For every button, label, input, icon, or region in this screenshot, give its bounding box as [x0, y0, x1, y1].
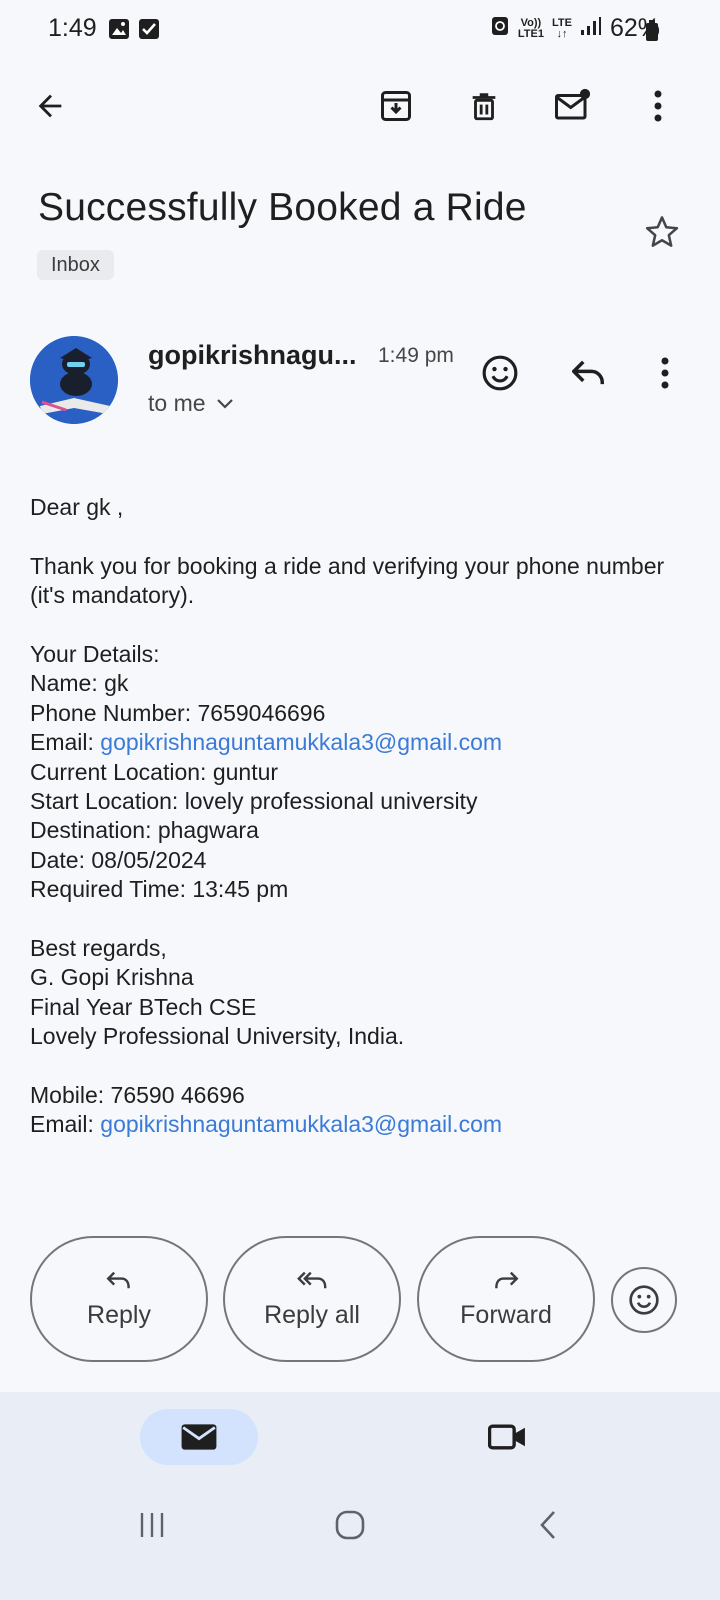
mark-unread-icon	[555, 88, 591, 120]
forward-icon	[495, 1271, 519, 1288]
delete-button[interactable]	[456, 78, 512, 134]
volte-indicator: Vo)) LTE1	[517, 16, 544, 40]
back-arrow-icon	[38, 94, 62, 118]
archive-button[interactable]	[368, 78, 424, 134]
recipient-label: to me	[148, 390, 206, 416]
reply-icon	[572, 360, 604, 385]
emoji-reaction-button[interactable]	[611, 1267, 677, 1333]
gallery-notification-icon	[108, 18, 130, 45]
detail-current-location: Current Location: guntur	[30, 758, 279, 785]
intro-text: Thank you for booking a ride and verifyi…	[30, 552, 665, 609]
home-button[interactable]	[322, 1497, 378, 1553]
reply-icon-button[interactable]	[560, 345, 616, 401]
detail-start-location: Start Location: lovely professional univ…	[30, 788, 478, 815]
home-icon	[335, 1510, 365, 1540]
detail-phone: Phone Number: 7659046696	[30, 699, 326, 726]
detail-email: Email: gopikrishnaguntamukkala3@gmail.co…	[30, 729, 503, 756]
reply-all-label: Reply all	[264, 1300, 360, 1329]
sign-off: Best regards,	[30, 935, 167, 962]
battery-icon	[645, 20, 659, 47]
bottom-navigation	[0, 1392, 720, 1600]
delete-icon	[472, 93, 496, 121]
message-more-button[interactable]	[637, 345, 693, 401]
recent-apps-button[interactable]	[124, 1497, 180, 1553]
system-back-button[interactable]	[520, 1497, 576, 1553]
chevron-left-icon	[540, 1511, 555, 1539]
detail-date: Date: 08/05/2024	[30, 846, 207, 873]
signature-title: Final Year BTech CSE	[30, 993, 257, 1020]
detail-required-time: Required Time: 13:45 pm	[30, 876, 289, 903]
status-time: 1:49	[48, 14, 97, 42]
details-heading: Your Details:	[30, 641, 160, 667]
signature-email: Email: gopikrishnaguntamukkala3@gmail.co…	[30, 1111, 503, 1138]
star-button[interactable]	[634, 204, 690, 260]
data-saver-icon	[490, 14, 510, 43]
recipient-details-toggle[interactable]: to me	[148, 390, 234, 417]
avatar[interactable]	[30, 336, 118, 424]
star-icon	[645, 216, 679, 247]
signal-icon	[580, 14, 602, 43]
mail-icon	[181, 1424, 217, 1450]
add-reaction-button[interactable]	[472, 345, 528, 401]
signature-mobile: Mobile: 76590 46696	[30, 1082, 245, 1109]
reply-button[interactable]: Reply	[30, 1236, 208, 1362]
chevron-down-icon	[216, 398, 233, 409]
archive-icon	[381, 91, 411, 121]
emoji-icon	[482, 355, 518, 391]
greeting: Dear gk ,	[30, 494, 124, 520]
email-link[interactable]: gopikrishnaguntamukkala3@gmail.com	[100, 729, 502, 755]
reply-all-icon	[297, 1271, 327, 1288]
tab-mail[interactable]	[140, 1409, 258, 1465]
email-body: Dear gk , Thank you for booking a ride a…	[30, 493, 690, 1140]
reply-icon	[106, 1271, 130, 1288]
email-subject: Successfully Booked a Ride	[38, 186, 527, 229]
forward-button[interactable]: Forward	[417, 1236, 595, 1362]
more-vert-icon	[661, 357, 669, 389]
signature-org: Lovely Professional University, India.	[30, 1023, 405, 1050]
signature-name: G. Gopi Krishna	[30, 964, 194, 991]
lte-indicator: LTE ↓↑	[551, 16, 572, 40]
reply-all-button[interactable]: Reply all	[223, 1236, 401, 1362]
detail-destination: Destination: phagwara	[30, 817, 259, 844]
status-indicators: Vo)) LTE1 LTE ↓↑ 62%	[490, 14, 660, 43]
signature-email-link[interactable]: gopikrishnaguntamukkala3@gmail.com	[100, 1111, 502, 1137]
video-camera-icon	[488, 1424, 525, 1450]
more-vert-icon	[654, 90, 662, 122]
email-time: 1:49 pm	[378, 344, 454, 367]
sender-name[interactable]: gopikrishnagu...	[148, 340, 357, 371]
back-button[interactable]	[22, 78, 78, 134]
emoji-icon	[629, 1285, 659, 1315]
forward-label: Forward	[460, 1300, 552, 1329]
label-chip-inbox[interactable]: Inbox	[37, 250, 114, 280]
check-notification-icon	[138, 18, 160, 45]
tab-meet[interactable]	[480, 1409, 536, 1465]
mark-unread-button[interactable]	[545, 78, 601, 134]
detail-name: Name: gk	[30, 670, 129, 697]
reply-label: Reply	[87, 1300, 151, 1329]
recent-apps-icon	[140, 1513, 164, 1537]
more-options-button[interactable]	[630, 78, 686, 134]
